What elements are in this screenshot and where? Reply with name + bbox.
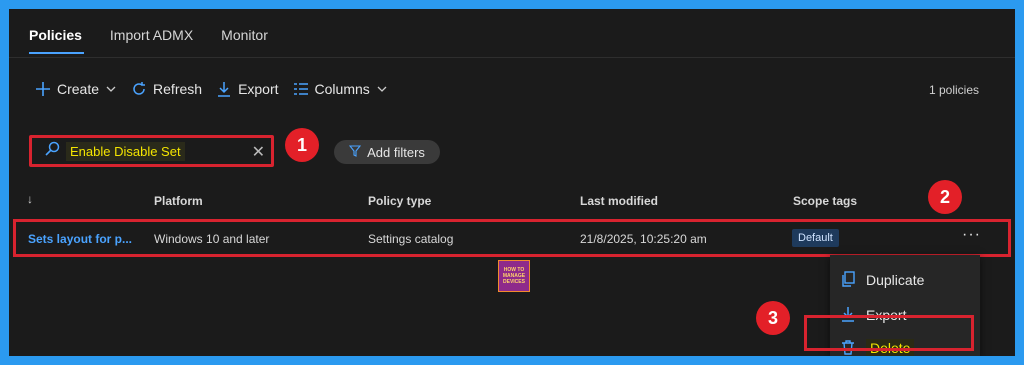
columns-button[interactable]: Columns: [293, 81, 388, 97]
delete-highlight: [804, 315, 974, 351]
row-policy-type: Settings catalog: [368, 232, 454, 246]
column-header-platform[interactable]: Platform: [154, 194, 203, 208]
create-label: Create: [57, 81, 100, 97]
watermark-logo: HOW TO MANAGE DEVICES: [498, 260, 530, 292]
active-tab-indicator: [29, 52, 84, 54]
add-filters-label: Add filters: [367, 144, 425, 160]
filter-icon: [348, 144, 362, 160]
chevron-down-icon: [376, 83, 388, 95]
tab-import-admx[interactable]: Import ADMX: [110, 27, 193, 43]
search-value: Enable Disable Set: [66, 141, 185, 161]
row-platform: Windows 10 and later: [154, 232, 270, 246]
tab-divider: [9, 57, 1015, 58]
policy-name-link[interactable]: Sets layout for p...: [28, 232, 132, 246]
scope-tag-badge: Default: [792, 229, 839, 247]
plus-icon: [35, 81, 51, 97]
menu-item-label: Duplicate: [866, 272, 925, 288]
tab-monitor[interactable]: Monitor: [221, 27, 268, 43]
annotation-badge: 2: [928, 180, 962, 214]
export-button[interactable]: Export: [216, 81, 279, 97]
policies-panel: Policies Import ADMX Monitor Create Refr…: [9, 9, 1015, 356]
annotation-badge: 1: [285, 128, 319, 162]
command-bar: Create Refresh Export Columns: [35, 81, 402, 97]
refresh-icon: [131, 81, 147, 97]
sort-arrow-icon[interactable]: ↓: [27, 192, 33, 206]
columns-label: Columns: [314, 81, 370, 97]
refresh-button[interactable]: Refresh: [131, 81, 202, 97]
search-icon: [44, 141, 60, 162]
columns-icon: [293, 81, 309, 97]
chevron-down-icon: [105, 83, 117, 95]
tab-policies[interactable]: Policies: [29, 27, 82, 43]
menu-item-duplicate[interactable]: Duplicate: [830, 265, 980, 295]
search-input[interactable]: Enable Disable Set ✕: [29, 135, 274, 167]
refresh-label: Refresh: [153, 81, 203, 97]
tab-bar: Policies Import ADMX Monitor: [29, 27, 268, 43]
more-options-icon[interactable]: ···: [962, 226, 981, 244]
annotation-badge: 3: [756, 301, 790, 335]
column-header-last-modified[interactable]: Last modified: [580, 194, 658, 208]
export-label: Export: [238, 81, 279, 97]
close-icon[interactable]: ✕: [252, 142, 265, 162]
create-button[interactable]: Create: [35, 81, 117, 97]
result-count: 1 policies: [928, 83, 979, 97]
row-last-modified: 21/8/2025, 10:25:20 am: [580, 232, 707, 246]
column-header-scope-tags[interactable]: Scope tags: [793, 194, 857, 208]
column-header-policy-type[interactable]: Policy type: [368, 194, 431, 208]
add-filters-button[interactable]: Add filters: [334, 140, 440, 164]
download-icon: [216, 81, 232, 97]
duplicate-icon: [840, 270, 856, 290]
logo-text-line: DEVICES: [503, 279, 525, 285]
